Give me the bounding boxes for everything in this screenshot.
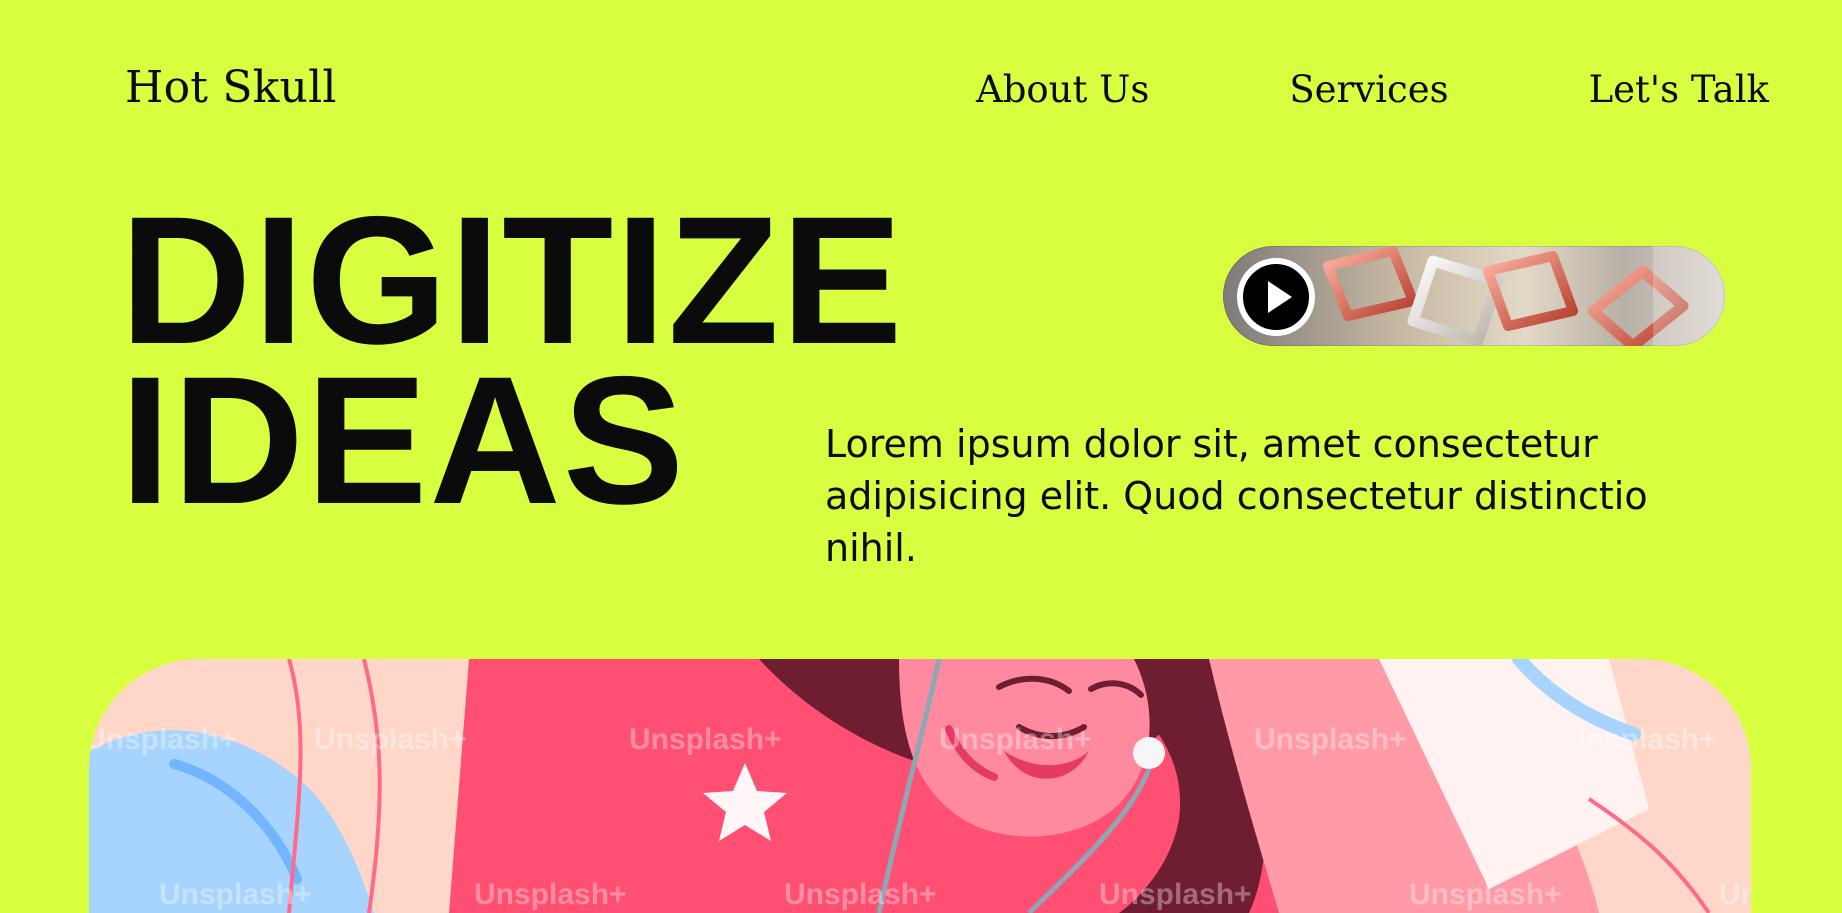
watermark-text: Unsplash+ <box>474 878 627 911</box>
play-button[interactable] <box>1237 258 1315 336</box>
hero-illustration-card: Unsplash+ Unsplash+ Unsplash+ Unsplash+ … <box>89 659 1751 913</box>
watermark-text: Unsplash+ <box>314 723 467 756</box>
hero-illustration: Unsplash+ Unsplash+ Unsplash+ Unsplash+ … <box>89 659 1751 913</box>
video-thumbnail[interactable] <box>1223 246 1725 346</box>
main-nav: About Us Services Let's Talk <box>976 64 1769 116</box>
nav-services[interactable]: Services <box>1289 64 1448 116</box>
play-icon <box>1267 281 1292 313</box>
watermark-text: Unsplash+ <box>89 723 237 756</box>
watermark-text: Unsplash+ <box>1719 878 1751 911</box>
watermark-text: Unsplash+ <box>784 878 937 911</box>
watermark-text: Unsplash+ <box>939 723 1092 756</box>
nav-about-us[interactable]: About Us <box>976 64 1149 116</box>
watermark-text: Unsplash+ <box>1409 878 1562 911</box>
watermark-text: Unsplash+ <box>1099 878 1252 911</box>
hero-description: Lorem ipsum dolor sit, amet consectetur … <box>825 422 1648 570</box>
watermark-text: Unsplash+ <box>629 723 782 756</box>
watermark-text: Unsplash+ <box>159 878 312 911</box>
watermark-text: Unsplash+ <box>1564 723 1717 756</box>
watermark-text: Unsplash+ <box>1254 723 1407 756</box>
nav-lets-talk[interactable]: Let's Talk <box>1589 64 1769 116</box>
brand-logo[interactable]: Hot Skull <box>125 60 337 116</box>
